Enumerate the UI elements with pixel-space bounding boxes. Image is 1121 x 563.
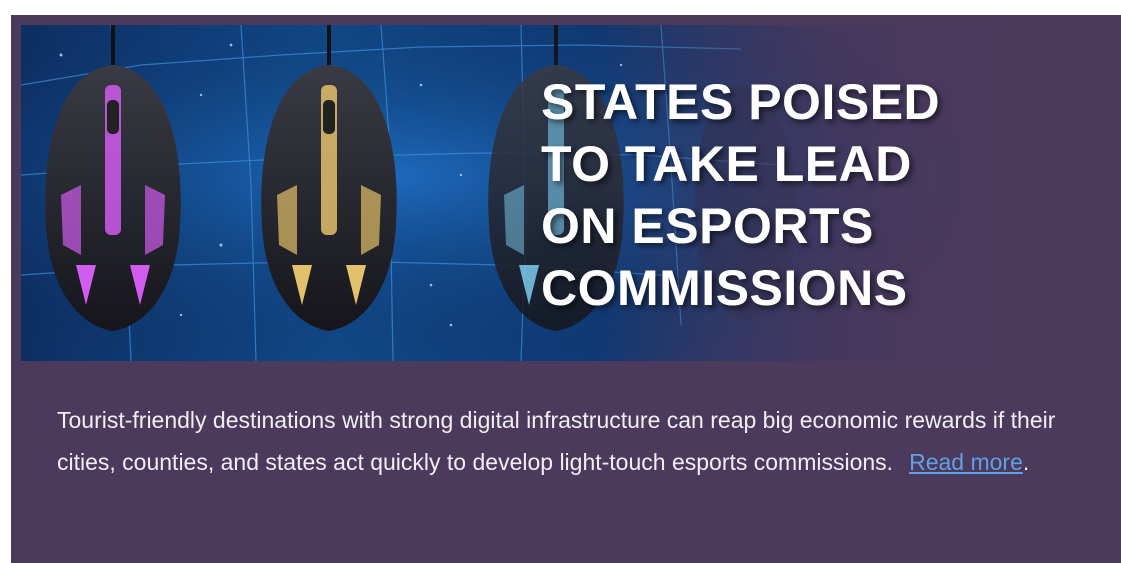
headline: STATES POISED TO TAKE LEAD ON ESPORTS CO…	[541, 71, 940, 319]
summary-text: Tourist-friendly destinations with stron…	[57, 407, 1056, 475]
article-summary: Tourist-friendly destinations with stron…	[57, 399, 1102, 483]
banner-image[interactable]: STATES POISED TO TAKE LEAD ON ESPORTS CO…	[21, 25, 1061, 361]
summary-period: .	[1022, 449, 1030, 475]
headline-line: TO TAKE LEAD	[541, 136, 912, 192]
headline-line: COMMISSIONS	[541, 260, 908, 316]
headline-line: ON ESPORTS	[541, 198, 874, 254]
headline-line: STATES POISED	[541, 74, 941, 130]
read-more-link[interactable]: Read more	[909, 449, 1023, 475]
article-card: STATES POISED TO TAKE LEAD ON ESPORTS CO…	[11, 15, 1121, 563]
